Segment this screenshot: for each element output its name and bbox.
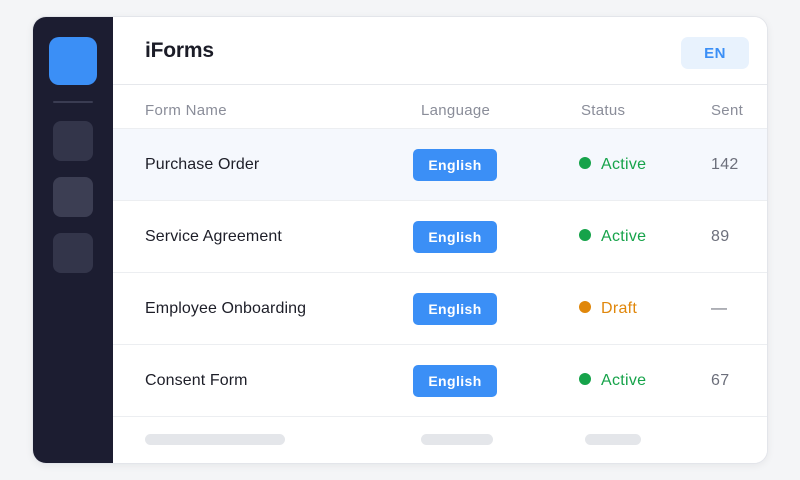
column-header-status[interactable]: Status (581, 102, 625, 119)
column-header-sent[interactable]: Sent (711, 102, 743, 119)
form-name: Employee Onboarding (145, 300, 307, 317)
header: iForms EN (113, 17, 767, 85)
sent-count: — (711, 300, 728, 317)
status-indicator: Active (579, 129, 646, 201)
table-row[interactable]: Employee Onboarding English Draft — (113, 272, 767, 345)
status-dot-icon (579, 373, 591, 385)
status-label: Active (601, 372, 647, 389)
language-button[interactable]: English (413, 365, 497, 397)
column-header-language[interactable]: Language (421, 102, 490, 119)
sidebar-item-2[interactable] (53, 177, 93, 217)
skeleton-bar (421, 434, 493, 445)
sent-count: 142 (711, 156, 739, 173)
table-row[interactable]: Consent Form English Active 67 (113, 344, 767, 417)
status-indicator: Active (579, 201, 646, 273)
language-switch-button[interactable]: EN (681, 37, 749, 69)
table-row[interactable]: Service Agreement English Active 89 (113, 200, 767, 273)
page-title: iForms (145, 39, 214, 62)
language-button[interactable]: English (413, 293, 497, 325)
status-dot-icon (579, 157, 591, 169)
loading-placeholder-row (113, 416, 767, 463)
sent-count: 89 (711, 228, 730, 245)
status-label: Active (601, 228, 647, 245)
status-dot-icon (579, 229, 591, 241)
column-header-form-name[interactable]: Form Name (145, 102, 227, 119)
form-name: Consent Form (145, 372, 248, 389)
sent-count: 67 (711, 372, 730, 389)
sidebar-item-3[interactable] (53, 233, 93, 273)
sidebar (33, 17, 113, 463)
sidebar-item-1[interactable] (53, 121, 93, 161)
status-label: Active (601, 156, 647, 173)
form-name: Service Agreement (145, 228, 282, 245)
main-panel: iForms EN Form Name Language Status Sent… (113, 17, 767, 463)
app-window: iForms EN Form Name Language Status Sent… (32, 16, 768, 464)
status-indicator: Draft (579, 273, 637, 345)
app-logo[interactable] (49, 37, 97, 85)
form-name: Purchase Order (145, 156, 260, 173)
language-button[interactable]: English (413, 149, 497, 181)
status-dot-icon (579, 301, 591, 313)
table-row[interactable]: Purchase Order English Active 142 (113, 128, 767, 201)
language-button[interactable]: English (413, 221, 497, 253)
skeleton-bar (585, 434, 641, 445)
status-label: Draft (601, 300, 638, 317)
sidebar-divider (53, 101, 93, 103)
skeleton-bar (145, 434, 285, 445)
status-indicator: Active (579, 345, 646, 417)
